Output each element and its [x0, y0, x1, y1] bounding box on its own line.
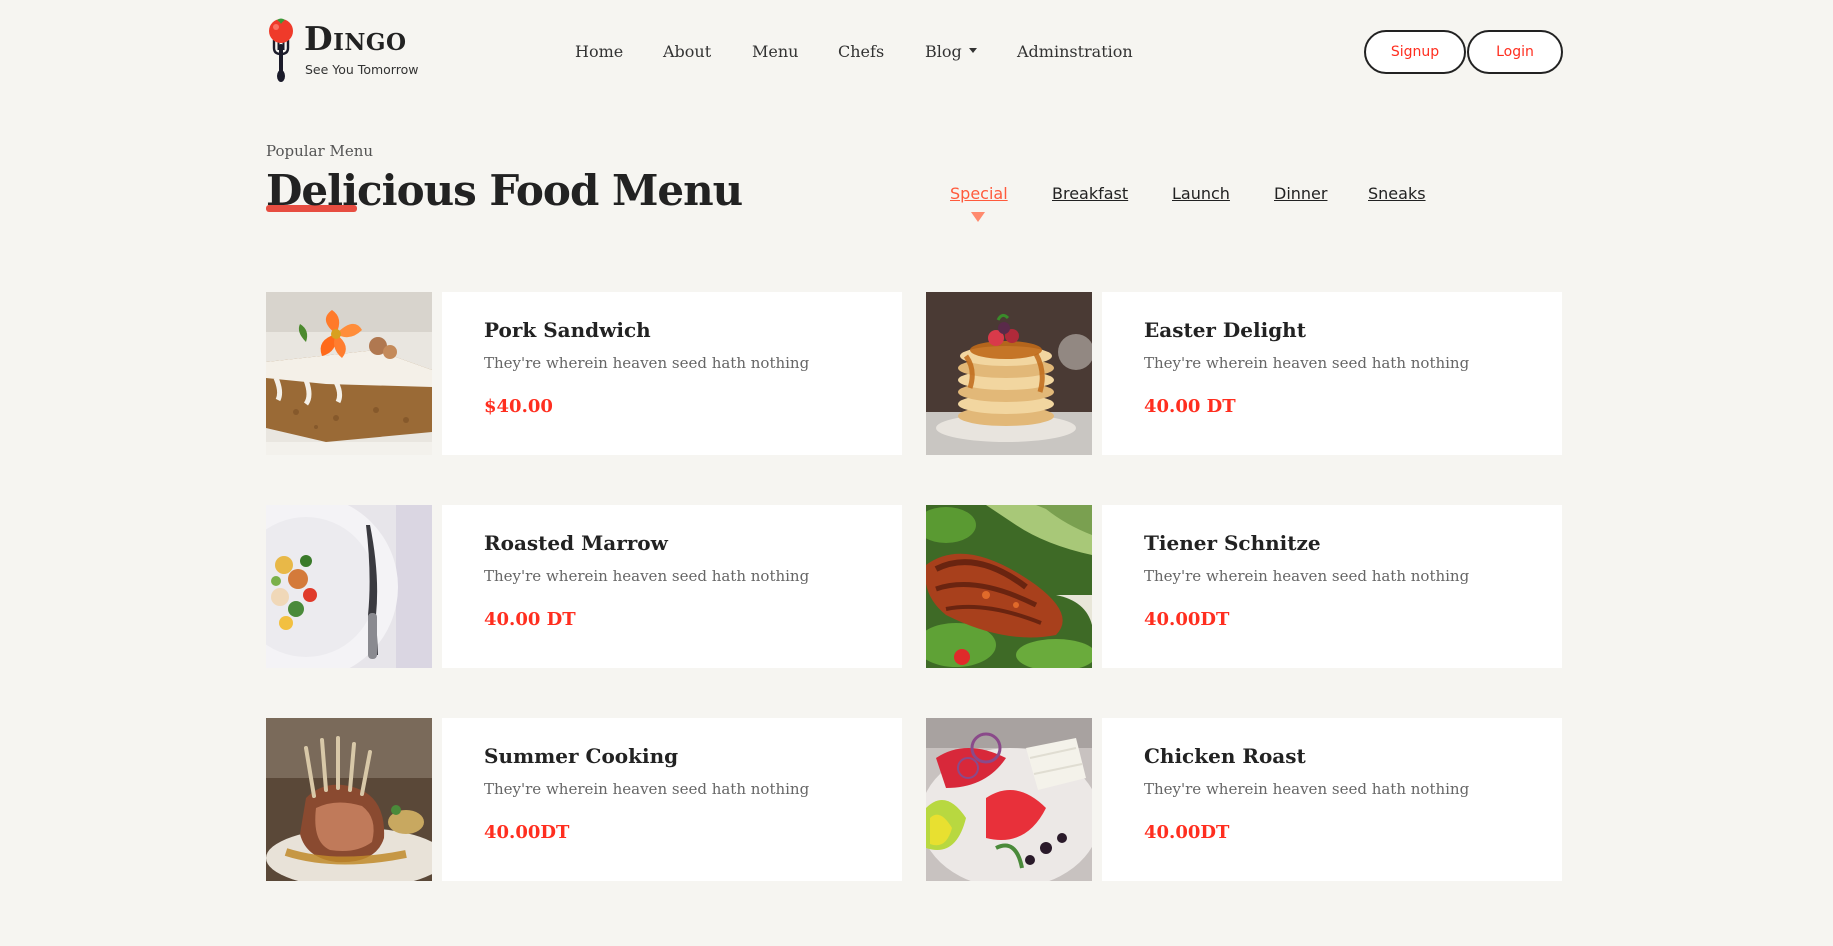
menu-item-name: Pork Sandwich: [484, 318, 651, 342]
tab-special[interactable]: Special: [950, 184, 1008, 203]
active-tab-pointer-icon: [971, 212, 985, 222]
menu-item-info: Easter Delight They're wherein heaven se…: [1102, 292, 1562, 455]
nav-item-menu[interactable]: Menu: [752, 42, 798, 61]
menu-item-description: They're wherein heaven seed hath nothing: [484, 780, 810, 798]
menu-item-price: 40.00 DT: [1144, 396, 1236, 417]
menu-item-name: Summer Cooking: [484, 744, 679, 768]
menu-item-description: They're wherein heaven seed hath nothing: [484, 354, 810, 372]
nav-item-about[interactable]: About: [663, 42, 711, 61]
tab-launch[interactable]: Launch: [1172, 184, 1230, 203]
nav-item-chefs[interactable]: Chefs: [838, 42, 884, 61]
nav-item-label: About: [663, 42, 712, 61]
nav-item-label: Menu: [752, 42, 799, 61]
menu-item-price: $40.00: [484, 396, 553, 417]
menu-item-description: They're wherein heaven seed hath nothing: [1144, 780, 1470, 798]
menu-item-description: They're wherein heaven seed hath nothing: [484, 567, 810, 585]
menu-item-info: Summer Cooking They're wherein heaven se…: [442, 718, 902, 881]
menu-item-info: Chicken Roast They're wherein heaven see…: [1102, 718, 1562, 881]
tab-dinner[interactable]: Dinner: [1274, 184, 1327, 203]
menu-item-price: 40.00DT: [484, 822, 570, 843]
nav-item-label: Home: [575, 42, 624, 61]
menu-item-price: 40.00 DT: [484, 609, 576, 630]
menu-item-price: 40.00DT: [1144, 822, 1230, 843]
menu-item-description: They're wherein heaven seed hath nothing: [1144, 567, 1470, 585]
brand-name: Dingo: [304, 19, 407, 58]
menu-item-description: They're wherein heaven seed hath nothing: [1144, 354, 1470, 372]
menu-item-info: Roasted Marrow They're wherein heaven se…: [442, 505, 902, 668]
tomato-fork-icon: [269, 18, 293, 82]
tab-breakfast[interactable]: Breakfast: [1052, 184, 1128, 203]
nav-item-adminstration[interactable]: Adminstration: [1017, 42, 1133, 61]
site-header: Dingo See You Tomorrow Home About Menu C…: [0, 0, 1833, 104]
nav-item-blog[interactable]: Blog: [925, 42, 977, 61]
brand-tagline: See You Tomorrow: [305, 62, 419, 77]
carrot-cake-photo: [266, 292, 432, 455]
menu-item-name: Easter Delight: [1144, 318, 1306, 342]
grilled-chicken-photo: [926, 505, 1092, 668]
tab-sneaks[interactable]: Sneaks: [1368, 184, 1426, 203]
nav-item-label: Adminstration: [1017, 42, 1133, 61]
greek-salad-photo: [926, 718, 1092, 881]
page-title: Delicious Food Menu: [266, 166, 743, 215]
login-button[interactable]: Login: [1467, 30, 1563, 74]
menu-item-info: Tiener Schnitze They're wherein heaven s…: [1102, 505, 1562, 668]
plated-salad-photo: [266, 505, 432, 668]
menu-item-name: Roasted Marrow: [484, 531, 668, 555]
menu-item-price: 40.00DT: [1144, 609, 1230, 630]
nav-item-label: Blog: [925, 42, 962, 61]
menu-item-info: Pork Sandwich They're wherein heaven see…: [442, 292, 902, 455]
menu-category-tabs: Special Breakfast Launch Dinner Sneaks: [950, 184, 1450, 224]
menu-item-name: Chicken Roast: [1144, 744, 1306, 768]
brand-logo[interactable]: Dingo See You Tomorrow: [266, 18, 446, 86]
signup-button[interactable]: Signup: [1364, 30, 1466, 74]
nav-item-home[interactable]: Home: [575, 42, 623, 61]
rack-of-lamb-photo: [266, 718, 432, 881]
pancakes-photo: [926, 292, 1092, 455]
menu-item-name: Tiener Schnitze: [1144, 531, 1321, 555]
nav-item-label: Chefs: [838, 42, 885, 61]
caret-down-icon: [968, 48, 977, 53]
section-subtitle: Popular Menu: [266, 142, 374, 160]
